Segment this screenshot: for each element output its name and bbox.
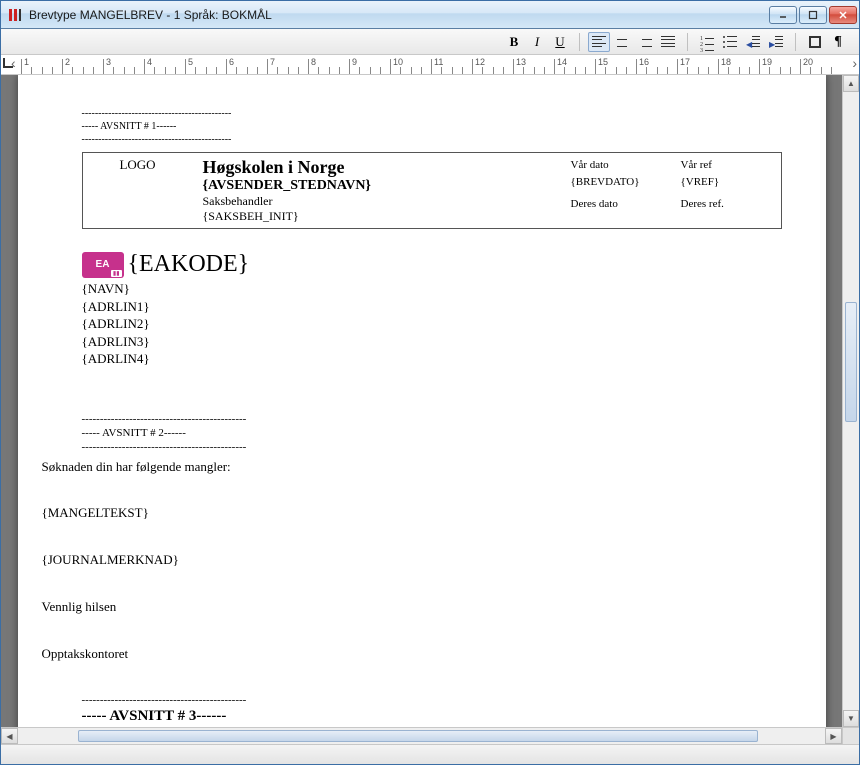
titlebar: Brevtype MANGELBREV - 1 Språk: BOKMÅL [1,1,859,29]
ruler-left-arrow-icon: ‹ [11,55,16,71]
vertical-scrollbar[interactable]: ▲ ▼ [842,75,859,727]
letter-body: Søknaden din har følgende mangler: {MANG… [42,455,782,666]
align-left-button[interactable] [588,32,610,52]
work-area: ----------------------------------------… [1,75,859,727]
letterhead-dato-cell: Vår dato {BREVDATO} Deres dato [561,153,671,228]
vscroll-track[interactable] [843,92,859,710]
saksbehandler-value: {SAKSBEH_INIT} [203,209,551,224]
status-bar [1,744,859,764]
maximize-button[interactable] [799,6,827,24]
ea-row: EA ▮▮ {EAKODE} [82,251,782,278]
align-left-icon [592,36,606,48]
numbered-list-button[interactable]: 1 2 3 [696,32,718,52]
align-justify-button[interactable] [657,32,679,52]
body-intro: Søknaden din har følgende mangler: [42,455,782,478]
scroll-right-button[interactable]: ▶ [825,728,842,744]
scroll-left-button[interactable]: ◀ [1,728,18,744]
mangeltekst-field: {MANGELTEKST} [42,501,782,524]
scroll-up-button[interactable]: ▲ [843,75,859,92]
align-right-icon [638,36,652,48]
hilsen-text: Vennlig hilsen [42,595,782,618]
increase-indent-button[interactable]: ▶ [765,32,787,52]
app-window: Brevtype MANGELBREV - 1 Språk: BOKMÅL B … [0,0,860,765]
horizontal-scrollbar[interactable]: ◀ ▶ [1,727,859,744]
vscroll-thumb[interactable] [845,302,857,422]
underline-button[interactable]: U [549,32,571,52]
document-page: ----------------------------------------… [18,75,826,727]
letterhead-logo-cell: LOGO [83,153,193,228]
align-center-button[interactable] [611,32,633,52]
letterhead-subtitle: {AVSENDER_STEDNAVN} [203,178,551,194]
hscroll-track[interactable] [18,728,825,744]
deres-ref-label: Deres ref. [681,196,771,213]
decrease-indent-icon: ◀ [746,36,760,48]
saksbehandler-label: Saksbehandler [203,194,551,209]
app-icon [7,7,23,23]
addr-line-3: {ADRLIN3} [82,333,782,351]
formatting-toolbar: B I U 1 2 3 [1,29,859,55]
kontor-text: Opptakskontoret [42,642,782,665]
text-box-icon [809,36,821,48]
letterhead-title: Høgskolen i Norge [203,157,551,178]
addr-navn: {NAVN} [82,280,782,298]
addr-line-2: {ADRLIN2} [82,315,782,333]
document-viewport[interactable]: ----------------------------------------… [1,75,842,727]
section-2-divider: ----------------------------------------… [82,412,782,455]
section-3-divider: ----------------------------------------… [82,693,782,727]
journalmerknad-field: {JOURNALMERKNAD} [42,548,782,571]
ea-code: {EAKODE} [128,251,250,278]
bullet-list-icon [723,36,737,48]
numbered-list-icon: 1 2 3 [700,36,714,48]
var-ref-value: {VREF} [681,174,771,191]
var-dato-label: Vår dato [571,157,661,174]
ea-badge-icon: EA ▮▮ [82,252,124,278]
align-center-icon [615,36,629,48]
letterhead-table: LOGO Høgskolen i Norge {AVSENDER_STEDNAV… [82,152,782,229]
window-title: Brevtype MANGELBREV - 1 Språk: BOKMÅL [29,8,769,22]
deres-dato-label: Deres dato [571,196,661,213]
var-dato-value: {BREVDATO} [571,174,661,191]
align-justify-icon [661,36,675,48]
italic-button[interactable]: I [526,32,548,52]
recipient-address: {NAVN} {ADRLIN1} {ADRLIN2} {ADRLIN3} {AD… [82,280,782,368]
show-formatting-button[interactable]: ¶ [827,32,849,52]
ruler-right-arrow-icon: › [852,55,857,71]
close-button[interactable] [829,6,857,24]
text-box-button[interactable] [804,32,826,52]
section-1-divider: ----------------------------------------… [82,107,782,146]
minimize-button[interactable] [769,6,797,24]
bold-button[interactable]: B [503,32,525,52]
var-ref-label: Vår ref [681,157,771,174]
addr-line-4: {ADRLIN4} [82,350,782,368]
increase-indent-icon: ▶ [769,36,783,48]
scroll-down-button[interactable]: ▼ [843,710,859,727]
decrease-indent-button[interactable]: ◀ [742,32,764,52]
align-right-button[interactable] [634,32,656,52]
hscroll-thumb[interactable] [78,730,758,742]
bullet-list-button[interactable] [719,32,741,52]
letterhead-main-cell: Høgskolen i Norge {AVSENDER_STEDNAVN} Sa… [193,153,561,228]
scrollbar-corner [842,728,859,744]
letterhead-ref-cell: Vår ref {VREF} Deres ref. [671,153,781,228]
addr-line-1: {ADRLIN1} [82,298,782,316]
horizontal-ruler[interactable]: ‹ › 1234567891011121314151617181920 [1,55,859,75]
